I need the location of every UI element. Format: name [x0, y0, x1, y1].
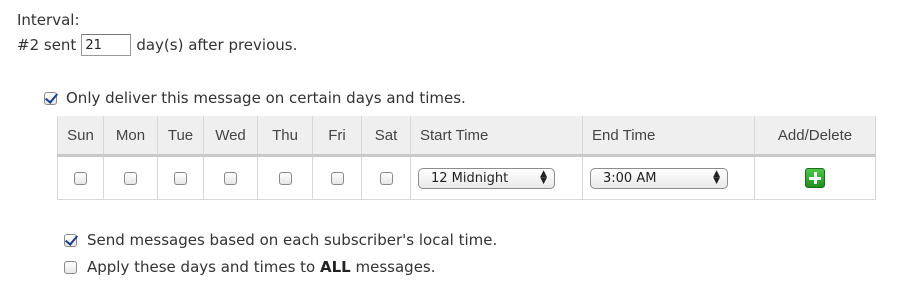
only-deliver-label: Only deliver this message on certain day… — [66, 89, 466, 107]
interval-label: Interval: — [17, 11, 80, 29]
cell-sat — [361, 155, 411, 200]
header-sun: Sun — [57, 116, 104, 157]
plus-icon[interactable] — [805, 168, 825, 188]
cell-start-time: 12 Midnight ▲ ▼ — [410, 155, 583, 200]
table-row: 12 Midnight ▲ ▼ 3:00 AM ▲ ▼ — [57, 155, 876, 200]
apply-all-prefix: Apply these days and times to — [87, 258, 321, 276]
cell-fri — [312, 155, 362, 200]
header-add-delete: Add/Delete — [754, 116, 876, 157]
thu-checkbox[interactable] — [278, 172, 292, 186]
start-time-value: 12 Midnight — [431, 170, 509, 186]
cell-mon — [103, 155, 158, 200]
only-deliver-option[interactable]: Only deliver this message on certain day… — [44, 89, 466, 107]
start-time-select[interactable]: 12 Midnight ▲ ▼ — [418, 167, 555, 189]
header-mon: Mon — [103, 116, 158, 157]
local-time-checkbox[interactable] — [64, 233, 77, 247]
local-time-label: Send messages based on each subscriber's… — [87, 231, 498, 249]
mon-checkbox[interactable] — [124, 172, 137, 186]
sent-prefix: #2 sent — [17, 36, 77, 54]
header-sat: Sat — [361, 116, 411, 157]
end-time-value: 3:00 AM — [603, 170, 657, 186]
apply-all-suffix: messages. — [350, 258, 436, 276]
header-end-time: End Time — [582, 116, 755, 157]
apply-all-option[interactable]: Apply these days and times to ALL messag… — [64, 258, 436, 276]
fri-checkbox[interactable] — [330, 172, 344, 186]
cell-add-delete — [754, 155, 876, 200]
header-start-time: Start Time — [410, 116, 583, 157]
select-arrows-icon: ▲ ▼ — [713, 169, 720, 186]
local-time-option[interactable]: Send messages based on each subscriber's… — [64, 231, 497, 249]
select-arrows-icon: ▲ ▼ — [540, 169, 547, 186]
tue-checkbox[interactable] — [174, 172, 187, 186]
header-tue: Tue — [157, 116, 204, 157]
end-time-select[interactable]: 3:00 AM ▲ ▼ — [590, 167, 728, 189]
schedule-table: Sun Mon Tue Wed Thu Fri Sat Start Time E… — [57, 116, 876, 200]
cell-end-time: 3:00 AM ▲ ▼ — [582, 155, 755, 200]
sat-checkbox[interactable] — [379, 172, 393, 186]
wed-checkbox[interactable] — [224, 172, 237, 186]
apply-all-label: Apply these days and times to ALL messag… — [87, 258, 436, 276]
apply-all-checkbox[interactable] — [64, 260, 77, 274]
interval-sent-row: #2 sent day(s) after previous. — [17, 34, 297, 56]
sun-checkbox[interactable] — [74, 172, 87, 186]
cell-sun — [57, 155, 104, 200]
header-wed: Wed — [203, 116, 258, 157]
only-deliver-checkbox[interactable] — [44, 91, 57, 105]
schedule-header-row: Sun Mon Tue Wed Thu Fri Sat Start Time E… — [57, 116, 876, 157]
days-after-input[interactable] — [81, 34, 132, 56]
cell-thu — [257, 155, 313, 200]
header-thu: Thu — [257, 116, 313, 157]
header-fri: Fri — [312, 116, 362, 157]
apply-all-bold: ALL — [320, 258, 351, 276]
cell-tue — [157, 155, 204, 200]
cell-wed — [203, 155, 258, 200]
sent-suffix: day(s) after previous. — [136, 36, 298, 54]
